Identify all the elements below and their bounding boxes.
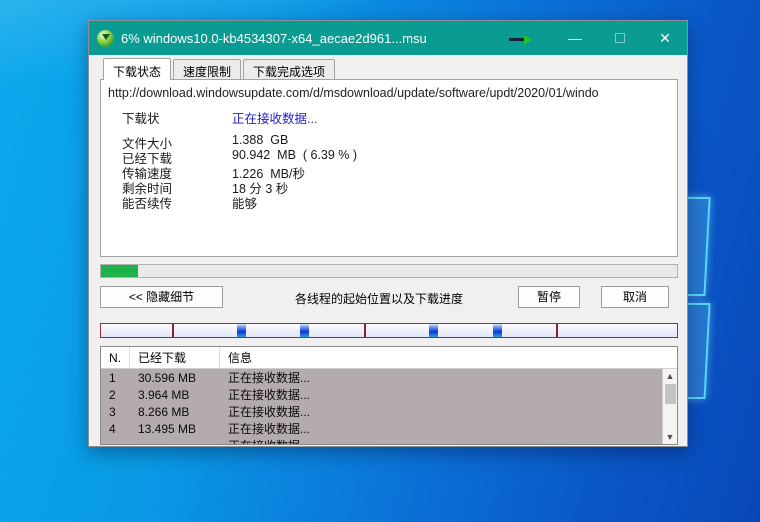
minimize-button[interactable]: — [553, 21, 597, 55]
status-field-row: 下载状 正在接收数据... [101, 108, 677, 124]
status-field-row: 剩余时间18 分 3 秒 [101, 178, 677, 194]
thread-progress-block [493, 324, 502, 337]
threads-table: N. 已经下载 信息 130.596 MB正在接收数据...23.964 MB正… [100, 346, 678, 445]
scrollbar-thumb[interactable] [665, 384, 676, 404]
table-row[interactable]: 413.495 MB正在接收数据... [101, 420, 662, 437]
column-header-downloaded[interactable]: 已经下载 [130, 347, 220, 368]
tab-speed-limit[interactable]: 速度限制 [173, 59, 241, 80]
maximize-icon [615, 33, 625, 43]
column-header-info[interactable]: 信息 [220, 347, 677, 368]
field-value: 1.388 GB [232, 133, 288, 147]
idm-download-window: 6% windows10.0-kb4534307-x64_aecae2d961.… [88, 20, 688, 447]
threads-table-body: 130.596 MB正在接收数据...23.964 MB正在接收数据...38.… [101, 369, 662, 444]
table-cell: 3 [101, 405, 130, 419]
scroll-up-icon[interactable]: ▲ [663, 369, 678, 383]
table-row[interactable]: 正在接收数据... [101, 437, 662, 444]
table-cell: 正在接收数据... [220, 437, 662, 444]
threads-caption: 各线程的起始位置以及下载进度 [259, 290, 499, 307]
tab-strip: 下载状态 速度限制 下载完成选项 [103, 59, 337, 80]
table-cell: 2 [101, 388, 130, 402]
thread-start-marker [172, 324, 174, 337]
hide-details-button[interactable]: << 隐藏细节 [100, 286, 223, 308]
table-cell: 正在接收数据... [220, 420, 662, 437]
minimize-icon: — [568, 30, 582, 46]
tab-on-completion-options[interactable]: 下载完成选项 [243, 59, 335, 80]
scroll-down-icon[interactable]: ▼ [663, 430, 678, 444]
table-cell: 30.596 MB [130, 371, 220, 385]
thread-progress-block [300, 324, 309, 337]
thread-start-marker [364, 324, 366, 337]
table-row[interactable]: 38.266 MB正在接收数据... [101, 403, 662, 420]
table-cell: 3.964 MB [130, 388, 220, 402]
titlebar[interactable]: 6% windows10.0-kb4534307-x64_aecae2d961.… [89, 21, 687, 55]
tab-download-status[interactable]: 下载状态 [103, 58, 171, 80]
table-row[interactable]: 23.964 MB正在接收数据... [101, 386, 662, 403]
table-cell: 8.266 MB [130, 405, 220, 419]
download-url: http://download.windowsupdate.com/d/msdo… [108, 86, 676, 100]
table-cell: 正在接收数据... [220, 369, 662, 386]
field-value: 能够 [232, 193, 257, 212]
threads-table-header: N. 已经下载 信息 [101, 347, 677, 369]
window-title: 6% windows10.0-kb4534307-x64_aecae2d961.… [121, 31, 427, 46]
table-row[interactable]: 130.596 MB正在接收数据... [101, 369, 662, 386]
thread-positions-bar [100, 323, 678, 338]
idm-logo-icon [97, 30, 114, 47]
cancel-button[interactable]: 取消 [601, 286, 669, 308]
status-field-row: 文件大小1.388 GB [101, 133, 677, 149]
thread-start-marker [556, 324, 558, 337]
table-scrollbar[interactable]: ▲ ▼ [662, 369, 677, 444]
close-button[interactable]: ✕ [643, 21, 687, 55]
status-field-row: 已经下载90.942 MB ( 6.39 % ) [101, 148, 677, 164]
table-cell: 正在接收数据... [220, 403, 662, 420]
table-cell: 1 [101, 371, 130, 385]
pause-button[interactable]: 暂停 [518, 286, 580, 308]
status-field-row: 能否续传 能够 [101, 193, 677, 209]
status-field-row: 传输速度1.226 MB/秒 [101, 163, 677, 179]
thread-progress-block [237, 324, 246, 337]
drop-target-arrow-icon [509, 35, 535, 45]
progress-fill [101, 265, 138, 277]
download-details-panel: http://download.windowsupdate.com/d/msdo… [100, 79, 678, 257]
field-value: 90.942 MB ( 6.39 % ) [232, 148, 357, 162]
column-header-n[interactable]: N. [101, 347, 130, 368]
table-cell: 正在接收数据... [220, 386, 662, 403]
maximize-button[interactable] [598, 21, 642, 55]
table-cell: 4 [101, 422, 130, 436]
field-label: 下载状 [122, 108, 160, 127]
thread-progress-block [429, 324, 438, 337]
field-value: 正在接收数据... [232, 108, 317, 127]
field-label: 能否续传 [122, 193, 172, 212]
overall-progress-bar [100, 264, 678, 278]
table-cell: 13.495 MB [130, 422, 220, 436]
close-icon: ✕ [659, 30, 671, 47]
